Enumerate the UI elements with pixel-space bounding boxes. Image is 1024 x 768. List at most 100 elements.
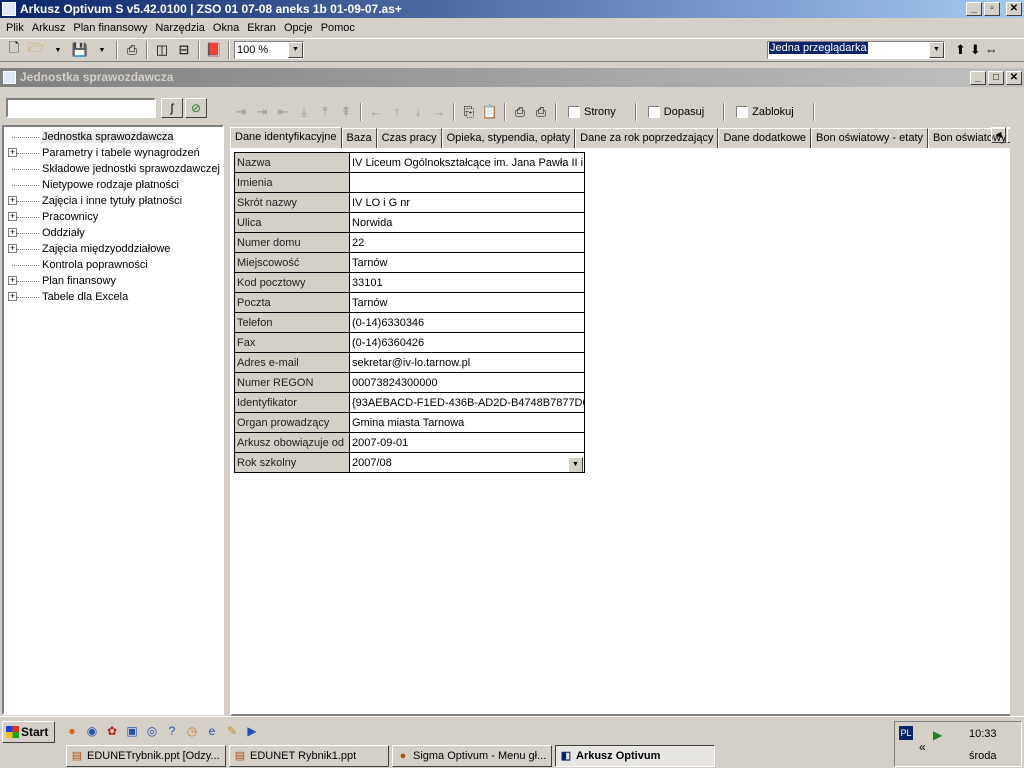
- expand-icon[interactable]: +: [8, 196, 17, 205]
- tab-bon-etaty[interactable]: Bon oświatowy - etaty: [811, 128, 929, 148]
- tab-scroll-left-icon[interactable]: ◀: [991, 127, 1006, 143]
- field-value[interactable]: {93AEBACD-F1ED-436B-AD2D-B4748B7877D6: [349, 392, 585, 413]
- open-folder-icon[interactable]: 🗁: [26, 40, 46, 60]
- print-icon[interactable]: ⎙: [532, 103, 550, 121]
- open-dropdown-icon[interactable]: ▼: [48, 40, 68, 60]
- insert-child-icon[interactable]: ⤓: [295, 103, 313, 121]
- tree-item-kontrola[interactable]: Kontrola poprawności: [4, 257, 222, 273]
- firefox-icon[interactable]: ●: [64, 723, 80, 739]
- arrow-up-icon[interactable]: ↑: [388, 103, 406, 121]
- field-value[interactable]: sekretar@iv-lo.tarnow.pl: [349, 352, 585, 373]
- tree-item-zajecia-miedzyoddzialowe[interactable]: + Zajęcia międzyoddziałowe: [4, 241, 222, 257]
- task-button[interactable]: ● Sigma Optivum - Menu gł...: [392, 745, 552, 767]
- zoom-select[interactable]: 100 % ▼: [234, 41, 304, 59]
- document-icon[interactable]: ▣: [124, 723, 140, 739]
- tree-item-plan-finansowy[interactable]: + Plan finansowy: [4, 273, 222, 289]
- tools-icon[interactable]: ✎: [224, 723, 240, 739]
- field-select[interactable]: 2007/08 ▼: [352, 456, 583, 472]
- zablokuj-checkbox[interactable]: Zablokuj: [736, 106, 794, 118]
- arrow-right-icon[interactable]: →: [430, 103, 448, 121]
- expand-icon[interactable]: +: [8, 212, 17, 221]
- menu-plik[interactable]: Plik: [2, 22, 28, 34]
- restore-button[interactable]: ▫: [984, 2, 1000, 16]
- menu-opcje[interactable]: Opcje: [280, 22, 317, 34]
- expand-icon[interactable]: +: [8, 228, 17, 237]
- menu-arkusz[interactable]: Arkusz: [28, 22, 70, 34]
- new-document-icon[interactable]: 🗋: [4, 40, 24, 60]
- field-value[interactable]: IV LO i G nr: [349, 192, 585, 213]
- chevron-down-icon[interactable]: ▼: [568, 456, 583, 472]
- insert-row-after-icon[interactable]: ⇥: [253, 103, 271, 121]
- dopasuj-checkbox[interactable]: Dopasuj: [647, 106, 704, 118]
- print-icon[interactable]: ⎙: [122, 40, 142, 60]
- move-row-icon[interactable]: ⇞: [337, 103, 355, 121]
- field-value[interactable]: 22: [349, 232, 585, 253]
- insert-row-icon[interactable]: ⇥: [232, 103, 250, 121]
- start-button[interactable]: Start: [2, 721, 55, 743]
- field-value[interactable]: [349, 172, 585, 193]
- minimize-button[interactable]: _: [966, 2, 982, 16]
- menu-pomoc[interactable]: Pomoc: [317, 22, 359, 34]
- field-value[interactable]: Gmina miasta Tarnowa: [349, 412, 585, 433]
- browser-icon[interactable]: ◉: [84, 723, 100, 739]
- clock-icon[interactable]: ◷: [184, 723, 200, 739]
- tree-item-nietypowe[interactable]: Nietypowe rodzaje płatności: [4, 177, 222, 193]
- field-value[interactable]: Tarnów: [349, 292, 585, 313]
- task-button[interactable]: ▤ EDUNETrybnik.ppt [Odzy...: [66, 745, 226, 767]
- split-vertical-icon[interactable]: ◫: [152, 40, 172, 60]
- arrow-left-icon[interactable]: ←: [367, 103, 385, 121]
- tree-item-parametry[interactable]: + Parametry i tabele wynagrodzeń: [4, 145, 222, 161]
- tree-item-oddzialy[interactable]: + Oddziały: [4, 225, 222, 241]
- field-value[interactable]: (0-14)6360426: [349, 332, 585, 353]
- arrow-down-icon[interactable]: ↓: [409, 103, 427, 121]
- inner-maximize-button[interactable]: □: [988, 71, 1004, 85]
- tree-item-jednostka[interactable]: Jednostka sprawozdawcza: [4, 129, 222, 145]
- close-button[interactable]: ✕: [1006, 2, 1022, 16]
- expand-icon[interactable]: +: [8, 244, 17, 253]
- field-value[interactable]: (0-14)6330346: [349, 312, 585, 333]
- colors-icon[interactable]: ✿: [104, 723, 120, 739]
- chevron-down-icon[interactable]: ▼: [288, 42, 303, 58]
- paste-icon[interactable]: 📋: [481, 103, 499, 121]
- expand-icon[interactable]: +: [8, 148, 17, 157]
- tree-item-tabele-excel[interactable]: + Tabele dla Excela: [4, 289, 222, 305]
- tab-dane-dodatkowe[interactable]: Dane dodatkowe: [718, 128, 812, 148]
- tab-dane-rok-poprzedzajacy[interactable]: Dane za rok poprzedzający: [575, 128, 719, 148]
- tab-opieka[interactable]: Opieka, stypendia, opłaty: [441, 128, 576, 148]
- field-value[interactable]: 2007/08 ▼: [349, 452, 585, 473]
- field-value[interactable]: 33101: [349, 272, 585, 293]
- field-value[interactable]: Norwida: [349, 212, 585, 233]
- tab-dane-identyfikacyjne[interactable]: Dane identyfikacyjne: [230, 127, 342, 148]
- tab-czas-pracy[interactable]: Czas pracy: [376, 128, 442, 148]
- tree-search-input[interactable]: [6, 98, 156, 118]
- tree-item-pracownicy[interactable]: + Pracownicy: [4, 209, 222, 225]
- insert-row-before-icon[interactable]: ⇤: [274, 103, 292, 121]
- menu-okna[interactable]: Okna: [209, 22, 243, 34]
- tree-item-zajecia[interactable]: + Zajęcia i inne tytuły płatności: [4, 193, 222, 209]
- network-icon[interactable]: ◎: [144, 723, 160, 739]
- field-value[interactable]: IV Liceum Ogólnokształcące im. Jana Pawł…: [349, 152, 585, 173]
- field-value[interactable]: 00073824300000: [349, 372, 585, 393]
- field-value[interactable]: 2007-09-01: [349, 432, 585, 453]
- task-button[interactable]: ▤ EDUNET Rybnik1.ppt: [229, 745, 389, 767]
- navigate-up-icon[interactable]: ⬆: [955, 42, 966, 58]
- task-button-active[interactable]: ◧ Arkusz Optivum: [555, 745, 715, 767]
- navigate-down-icon[interactable]: ⬇: [970, 42, 981, 58]
- navigate-fit-icon[interactable]: ⇔: [985, 42, 998, 58]
- find-button[interactable]: ⊘: [185, 98, 207, 118]
- menu-narzedzia[interactable]: Narzędzia: [151, 22, 209, 34]
- clock-time[interactable]: 10:33: [969, 728, 997, 740]
- help-icon[interactable]: ?: [164, 723, 180, 739]
- filter-button[interactable]: ʃ: [161, 98, 183, 118]
- field-value[interactable]: Tarnów: [349, 252, 585, 273]
- tray-app-icon[interactable]: ▶: [933, 728, 942, 742]
- inner-minimize-button[interactable]: _: [970, 71, 986, 85]
- print-preview-icon[interactable]: ⎙: [511, 103, 529, 121]
- tree-item-skladowe[interactable]: Składowe jednostki sprawozdawczej: [4, 161, 222, 177]
- chevron-down-icon[interactable]: ▼: [929, 42, 944, 58]
- strony-checkbox[interactable]: Strony: [568, 106, 616, 118]
- internet-explorer-icon[interactable]: e: [204, 723, 220, 739]
- save-icon[interactable]: 💾: [70, 40, 90, 60]
- expand-icon[interactable]: +: [8, 292, 17, 301]
- menu-ekran[interactable]: Ekran: [243, 22, 280, 34]
